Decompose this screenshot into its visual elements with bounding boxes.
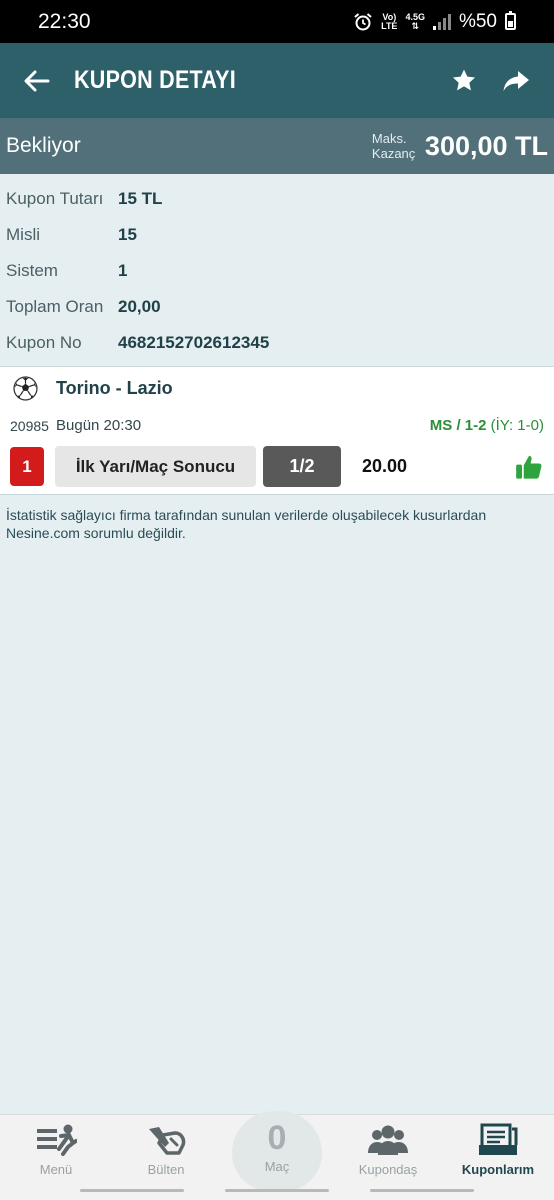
max-win-label: Maks. Kazanç xyxy=(371,131,416,161)
coupon-details: Kupon Tutarı 15 TL Misli 15 Sistem 1 Top… xyxy=(0,174,554,366)
gesture-bar-left xyxy=(80,1189,184,1192)
detail-label: Toplam Oran xyxy=(6,297,104,316)
alarm-icon xyxy=(354,12,372,30)
gesture-bar-center xyxy=(225,1189,329,1192)
detail-label: Misli xyxy=(6,225,40,244)
app-header: KUPON DETAYI xyxy=(0,43,554,118)
page-title: KUPON DETAYI xyxy=(74,66,236,94)
favorite-button[interactable] xyxy=(438,43,490,118)
match-card[interactable]: Torino - Lazio 20985 Bugün 20:30 MS / 1-… xyxy=(0,366,554,495)
match-time: Bugün 20:30 xyxy=(56,417,142,434)
half-time-result: (İY: 1-0) xyxy=(486,417,544,434)
selection-badge: 1/2 xyxy=(263,446,341,487)
detail-row-total-odds: Toplam Oran 20,00 xyxy=(0,289,554,325)
detail-row-coupon-no: Kupon No 4682152702612345 xyxy=(0,325,554,361)
detail-label: Kupon Tutarı xyxy=(6,189,104,208)
thumbs-up-icon xyxy=(514,452,544,482)
match-result: MS / 1-2 (İY: 1-0) xyxy=(430,417,544,434)
detail-value: 4682152702612345 xyxy=(118,333,270,352)
detail-label: Sistem xyxy=(6,261,58,280)
max-win-value: 300,00 TL xyxy=(424,130,548,161)
system-status-bar: 22:30 Vo) LTE 4.5G ⇅ %50 xyxy=(0,0,554,43)
market-label: İlk Yarı/Maç Sonucu xyxy=(55,446,256,487)
coupon-state: Bekliyor xyxy=(6,134,81,157)
detail-row-amount: Kupon Tutarı 15 TL xyxy=(0,181,554,217)
clock: 22:30 xyxy=(38,9,91,33)
share-arrow-icon xyxy=(503,70,529,91)
pick-number-badge: 1 xyxy=(10,447,44,486)
nav-item-menu[interactable]: Menü xyxy=(18,1115,94,1179)
detail-row-system: Sistem 1 xyxy=(0,253,554,289)
status-icons: Vo) LTE 4.5G ⇅ %50 xyxy=(353,11,516,33)
volte-indicator: Vo) LTE xyxy=(381,11,398,31)
share-button[interactable] xyxy=(490,43,542,118)
disclaimer-text: İstatistik sağlayıcı firma tarafından su… xyxy=(6,507,487,541)
pick-row: 1 İlk Yarı/Maç Sonucu 1/2 20.00 xyxy=(10,446,544,487)
football-icon xyxy=(13,376,38,401)
nav-label: Kuponlarım xyxy=(461,1162,535,1177)
menu-runner-icon xyxy=(37,1124,77,1156)
battery-percent: %50 xyxy=(458,10,497,32)
nav-item-bulletin[interactable]: Bülten xyxy=(128,1115,204,1179)
nav-item-kupondas[interactable]: Kupondaş xyxy=(350,1115,426,1179)
match-count-badge: 0 xyxy=(267,1119,287,1157)
detail-value: 1 xyxy=(118,261,128,280)
match-code: 20985 xyxy=(10,417,49,434)
nav-item-match[interactable]: 0 Maç xyxy=(232,1111,322,1191)
arrow-left-icon xyxy=(24,70,50,91)
nav-label: Menü xyxy=(39,1162,73,1177)
detail-label: Kupon No xyxy=(6,333,82,352)
nav-label: Kupondaş xyxy=(358,1162,418,1177)
gesture-bar-right xyxy=(370,1189,474,1192)
nav-label: Maç xyxy=(264,1159,290,1174)
detail-value: 20,00 xyxy=(118,297,161,316)
detail-row-multiplier: Misli 15 xyxy=(0,217,554,253)
hand-ticket-icon xyxy=(149,1127,186,1155)
nav-label: Bülten xyxy=(147,1162,185,1177)
bottom-navigation: Menü Bülten 0 Maç Kupondaş Kuponlarım xyxy=(0,1111,554,1200)
coupons-stack-icon xyxy=(479,1123,518,1155)
network-type-indicator: 4.5G ⇅ xyxy=(405,11,425,31)
max-win: Maks. Kazanç 300,00 TL xyxy=(372,131,548,162)
battery-icon xyxy=(505,11,516,30)
star-icon xyxy=(452,69,476,90)
detail-value: 15 xyxy=(118,225,137,244)
signal-icon xyxy=(432,13,451,30)
detail-value: 15 TL xyxy=(118,189,163,208)
back-button[interactable] xyxy=(0,43,74,118)
group-users-icon xyxy=(368,1125,408,1155)
pick-odd: 20.00 xyxy=(362,456,408,476)
nav-item-my-coupons[interactable]: Kuponlarım xyxy=(458,1115,538,1179)
match-teams: Torino - Lazio xyxy=(56,378,173,398)
coupon-status-strip: Bekliyor Maks. Kazanç 300,00 TL xyxy=(0,118,554,174)
full-time-result: MS / 1-2 xyxy=(429,417,487,434)
